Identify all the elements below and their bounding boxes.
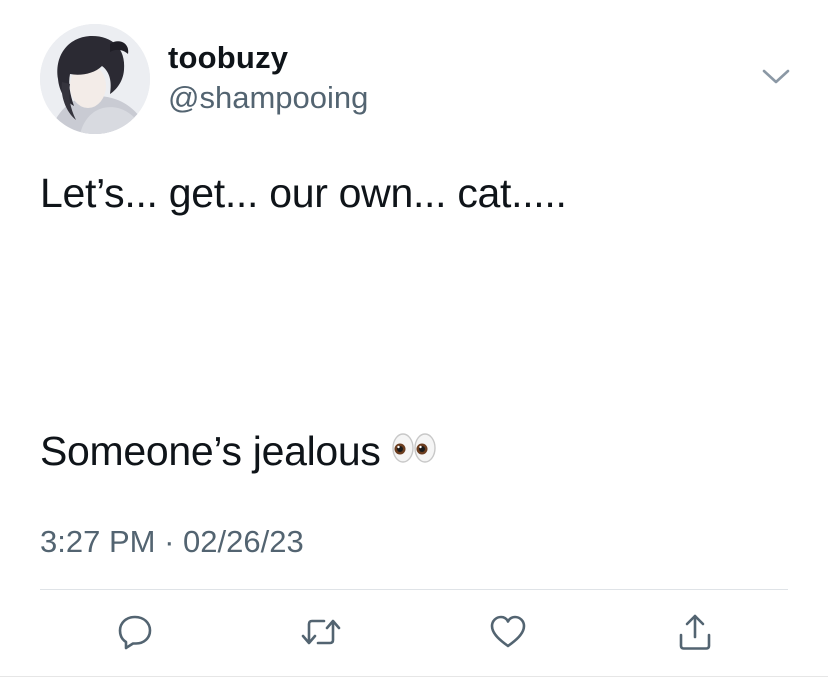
display-name[interactable]: toobuzy	[168, 40, 288, 76]
eyes-emoji	[391, 428, 437, 475]
tweet-timestamp[interactable]: 3:27 PM · 02/26/23	[40, 524, 304, 560]
like-icon[interactable]	[484, 608, 532, 656]
tweet-text-line-2-label: Someone’s jealous	[40, 428, 381, 474]
share-icon[interactable]	[671, 608, 719, 656]
tweet-date: 02/26/23	[183, 524, 304, 559]
tweet-text-line-1: Let’s... get... our own... cat.....	[40, 170, 567, 216]
user-handle[interactable]: @shampooing	[168, 80, 368, 116]
timestamp-separator: ·	[164, 524, 175, 559]
divider	[40, 589, 788, 590]
avatar[interactable]	[40, 24, 150, 134]
chevron-down-icon[interactable]	[756, 62, 796, 92]
avatar-image	[40, 24, 150, 134]
tweet-time: 3:27 PM	[40, 524, 156, 559]
reply-icon[interactable]	[111, 608, 159, 656]
tweet-text-line-2: Someone’s jealous	[40, 428, 437, 475]
retweet-icon[interactable]	[297, 608, 345, 656]
